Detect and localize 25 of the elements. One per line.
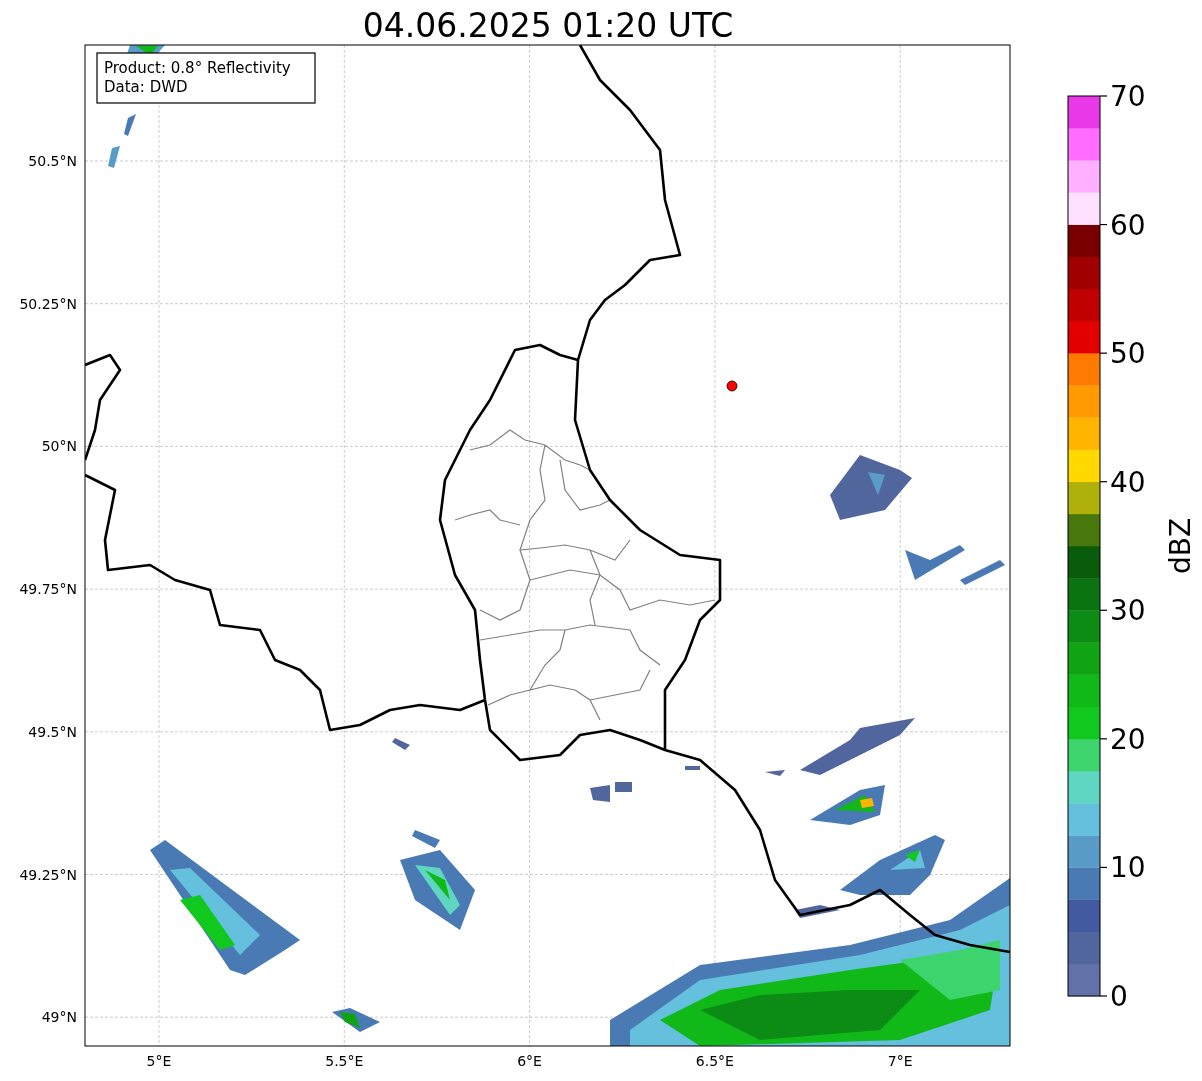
colorbar-label: dBZ	[1164, 517, 1197, 575]
legend-text: Data: DWD	[104, 78, 188, 96]
latitude-label: 50.25°N	[19, 295, 77, 312]
latitude-label: 49.75°N	[19, 581, 77, 598]
longitude-label: 7°E	[887, 1053, 913, 1069]
latitude-label: 49.5°N	[28, 723, 77, 740]
colorbar-tick-label: 0	[1110, 980, 1128, 1013]
colorbar-tick-label: 70	[1110, 80, 1146, 113]
location-marker	[726, 380, 738, 392]
latitude-label: 50°N	[41, 438, 77, 455]
chart-title: 04.06.2025 01:20 UTC	[362, 6, 734, 45]
longitude-label: 6°E	[517, 1053, 542, 1069]
colorbar-tick-label: 20	[1110, 722, 1146, 756]
latitude-label: 50.5°N	[28, 153, 77, 169]
latitude-label: 49°N	[41, 1009, 77, 1026]
longitude-label: 5°E	[146, 1053, 172, 1069]
colorbar-tick-label: 10	[1110, 851, 1146, 885]
longitude-label: 5.5°E	[325, 1053, 364, 1069]
colorbar-tick-label: 50	[1110, 337, 1146, 371]
colorbar-tick-label: 60	[1110, 208, 1146, 242]
colorbar-tick-label: 30	[1110, 594, 1146, 628]
colorbar-tick-label: 40	[1110, 465, 1146, 499]
longitude-label: 6.5°E	[695, 1053, 734, 1069]
legend-text: Product: 0.8° Reflectivity	[104, 59, 291, 77]
latitude-label: 49.25°N	[19, 866, 77, 883]
